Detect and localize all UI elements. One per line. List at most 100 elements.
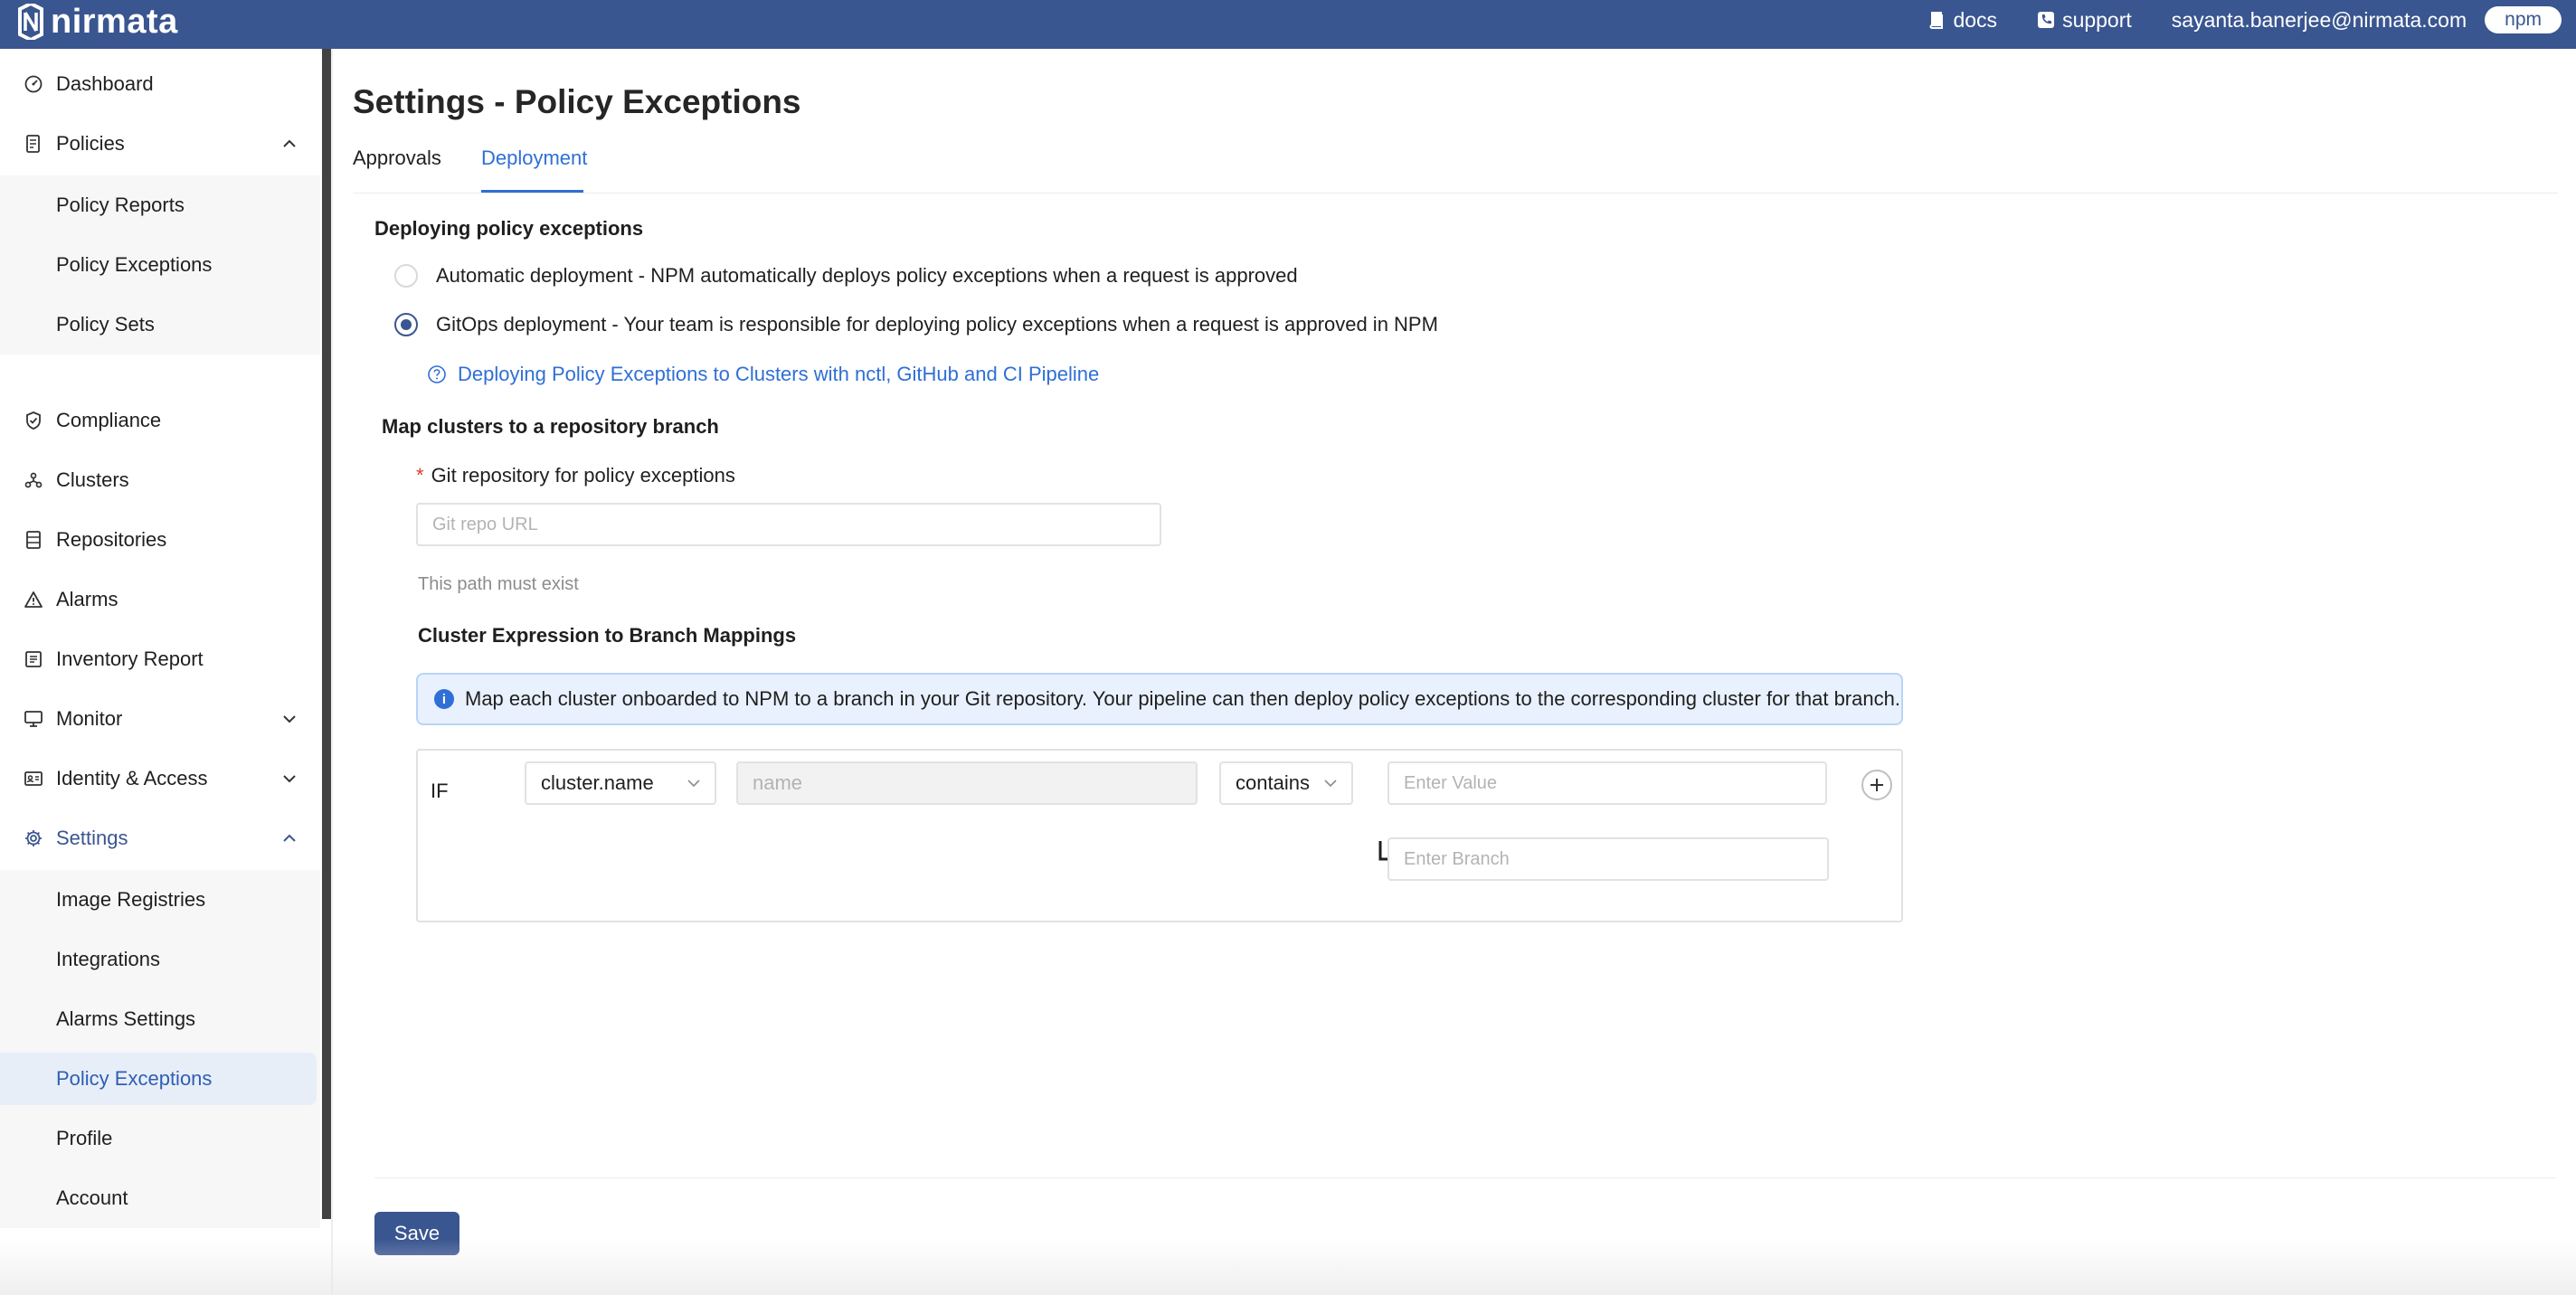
chevron-up-icon [283, 139, 296, 147]
repository-icon [24, 530, 43, 550]
info-banner: i Map each cluster onboarded to NPM to a… [416, 673, 1903, 725]
sidebar-item-settings[interactable]: Settings [0, 812, 320, 865]
sidebar-item-account[interactable]: Account [0, 1172, 320, 1224]
tab-divider [353, 193, 2558, 194]
nirmata-logo-icon [18, 4, 43, 40]
policies-submenu: Policy Reports Policy Exceptions Policy … [0, 175, 320, 354]
chevron-down-icon [283, 775, 296, 783]
sidebar-label: Repositories [56, 528, 167, 551]
info-banner-text: Map each cluster onboarded to NPM to a b… [465, 687, 1900, 710]
sidebar-item-image-registries[interactable]: Image Registries [0, 874, 320, 926]
sidebar-item-repositories[interactable]: Repositories [0, 514, 320, 566]
sidebar-item-policy-exceptions[interactable]: Policy Exceptions [0, 239, 320, 291]
nirmata-logo[interactable]: nirmata [14, 3, 178, 41]
sidebar-item-alarms[interactable]: Alarms [0, 573, 320, 626]
id-card-icon [24, 769, 43, 789]
sidebar-label: Compliance [56, 409, 162, 431]
tab-approvals[interactable]: Approvals [353, 147, 441, 170]
top-bar: nirmata docs support sayanta.banerjee@ni… [0, 0, 2576, 49]
settings-submenu: Image Registries Integrations Alarms Set… [0, 870, 320, 1228]
git-repo-label: * Git repository for policy exceptions [416, 464, 735, 487]
sidebar-label: Integrations [56, 948, 160, 970]
field-select[interactable]: cluster.name [525, 761, 716, 805]
operator-select-value: contains [1236, 771, 1310, 794]
sidebar-item-clusters[interactable]: Clusters [0, 454, 320, 506]
main-content: Settings - Policy Exceptions Approvals D… [333, 49, 2576, 1295]
git-repo-label-text: Git repository for policy exceptions [431, 464, 735, 487]
sidebar-label: Inventory Report [56, 648, 204, 670]
sidebar-item-dashboard[interactable]: Dashboard [0, 58, 320, 110]
operator-select[interactable]: contains [1219, 761, 1353, 805]
monitor-icon [24, 709, 43, 729]
policy-document-icon [24, 134, 43, 154]
sidebar-label: Monitor [56, 707, 123, 730]
required-marker: * [416, 464, 424, 487]
help-link-label: Deploying Policy Exceptions to Clusters … [458, 363, 1100, 385]
phone-icon [2038, 12, 2055, 28]
sidebar-item-integrations[interactable]: Integrations [0, 933, 320, 986]
plus-icon [1870, 779, 1883, 791]
sidebar-item-alarms-settings[interactable]: Alarms Settings [0, 993, 320, 1045]
add-mapping-button[interactable] [1861, 770, 1892, 800]
page-title: Settings - Policy Exceptions [353, 83, 801, 120]
git-repo-url-input[interactable] [416, 503, 1161, 546]
sidebar-label: Policy Exceptions [56, 253, 213, 276]
sidebar-label: Identity & Access [56, 767, 208, 789]
help-doc-link[interactable]: Deploying Policy Exceptions to Clusters … [427, 363, 1099, 386]
sidebar-item-inventory-report[interactable]: Inventory Report [0, 633, 320, 685]
sidebar-item-policy-sets[interactable]: Policy Sets [0, 298, 320, 351]
sidebar-label: Policy Exceptions [56, 1067, 213, 1090]
shield-check-icon [24, 411, 43, 430]
sidebar-label: Account [56, 1186, 128, 1209]
docs-link[interactable]: docs [1927, 8, 1997, 33]
deploy-section-title: Deploying policy exceptions [374, 217, 644, 240]
info-icon: i [434, 689, 454, 709]
sidebar-item-monitor[interactable]: Monitor [0, 693, 320, 745]
sidebar-label: Dashboard [56, 72, 154, 95]
sidebar-item-policy-reports[interactable]: Policy Reports [0, 179, 320, 232]
sidebar-item-compliance[interactable]: Compliance [0, 394, 320, 447]
radio-gitops-deployment[interactable]: GitOps deployment - Your team is respons… [394, 311, 1438, 338]
map-section-title: Map clusters to a repository branch [382, 415, 719, 438]
sidebar-item-identity-access[interactable]: Identity & Access [0, 752, 320, 805]
radio-button-checked[interactable] [394, 313, 418, 336]
sidebar-label: Clusters [56, 468, 129, 491]
radio-automatic-deployment[interactable]: Automatic deployment - NPM automatically… [394, 262, 1298, 289]
radio-label: Automatic deployment - NPM automatically… [436, 264, 1298, 287]
value-input[interactable] [1387, 761, 1827, 805]
question-circle-icon [428, 365, 446, 383]
warning-icon [24, 590, 43, 610]
user-menu[interactable]: sayanta.banerjee@nirmata.com [2172, 8, 2467, 33]
field-select-value: cluster.name [541, 771, 654, 794]
name-placeholder: name [753, 771, 803, 794]
chevron-down-icon [1324, 780, 1337, 788]
sidebar-label: Alarms Settings [56, 1007, 196, 1030]
docs-label: docs [1953, 7, 1998, 32]
cluster-icon [24, 470, 43, 490]
sidebar-item-settings-policy-exceptions[interactable]: Policy Exceptions [0, 1053, 317, 1105]
support-link[interactable]: support [2037, 8, 2132, 33]
sidebar: Dashboard Policies Policy Reports Policy… [0, 49, 331, 1295]
dashboard-icon [24, 74, 43, 94]
sidebar-scrollbar[interactable] [322, 49, 331, 1219]
book-icon [1930, 12, 1944, 29]
tab-deployment[interactable]: Deployment [481, 147, 587, 170]
sidebar-item-policies[interactable]: Policies [0, 118, 320, 170]
name-input-disabled: name [736, 761, 1198, 805]
report-icon [24, 649, 43, 669]
tenant-badge[interactable]: npm [2485, 6, 2562, 33]
branch-input[interactable] [1387, 837, 1829, 881]
chevron-down-icon [283, 715, 296, 723]
sidebar-label: Alarms [56, 588, 118, 610]
chevron-down-icon [687, 780, 700, 788]
save-button[interactable]: Save [374, 1212, 459, 1255]
user-email: sayanta.banerjee@nirmata.com [2171, 7, 2467, 32]
radio-label: GitOps deployment - Your team is respons… [436, 313, 1438, 336]
sidebar-label: Policy Reports [56, 194, 185, 216]
gear-icon [24, 828, 43, 848]
sidebar-label: Profile [56, 1127, 113, 1149]
sidebar-label: Settings [56, 827, 128, 849]
cluster-branch-mapping-row: IF cluster.name name contains [416, 749, 1903, 922]
radio-button[interactable] [394, 264, 418, 288]
sidebar-item-profile[interactable]: Profile [0, 1112, 320, 1165]
